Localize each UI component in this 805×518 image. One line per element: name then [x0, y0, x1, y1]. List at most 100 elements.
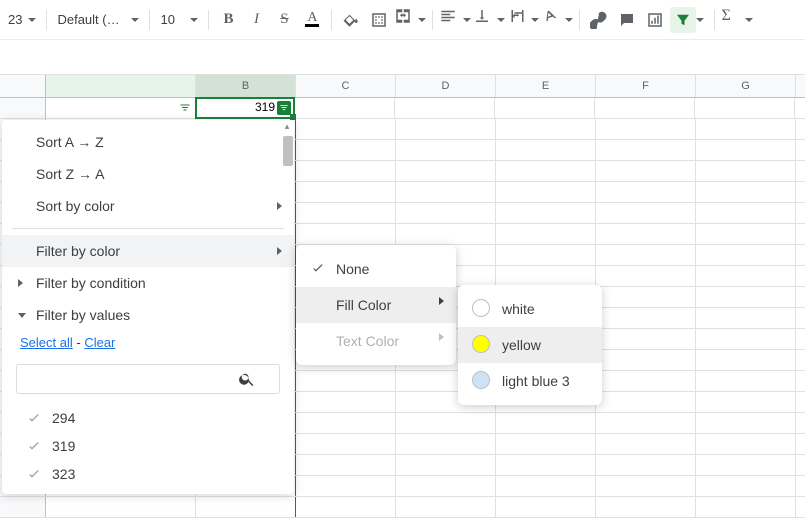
cell[interactable] — [396, 140, 496, 160]
filter-by-color[interactable]: Filter by color — [2, 235, 294, 267]
column-header[interactable]: C — [296, 75, 396, 97]
cell[interactable] — [296, 371, 396, 391]
cell[interactable] — [596, 266, 696, 286]
borders-button[interactable] — [366, 7, 392, 33]
cell[interactable] — [696, 476, 796, 496]
text-color-button[interactable]: A — [299, 7, 325, 33]
select-all-link[interactable]: Select all — [20, 335, 73, 350]
cell[interactable] — [296, 476, 396, 496]
filter-by-condition[interactable]: Filter by condition — [2, 267, 294, 299]
sort-by-color[interactable]: Sort by color — [2, 190, 294, 222]
cell[interactable] — [296, 413, 396, 433]
cell[interactable] — [496, 140, 596, 160]
cell[interactable] — [696, 413, 796, 433]
cell[interactable] — [496, 182, 596, 202]
cell[interactable] — [596, 119, 696, 139]
active-cell[interactable]: 319 — [195, 97, 295, 119]
row-header[interactable] — [0, 98, 46, 118]
font-size-dropdown[interactable]: 10 — [156, 7, 202, 33]
cell[interactable] — [696, 224, 796, 244]
cell[interactable] — [696, 161, 796, 181]
cell[interactable] — [696, 455, 796, 475]
v-align-button[interactable] — [473, 7, 505, 33]
italic-button[interactable]: I — [243, 7, 269, 33]
cell[interactable] — [396, 161, 496, 181]
cell[interactable] — [696, 329, 796, 349]
cell[interactable] — [696, 434, 796, 454]
cell[interactable] — [596, 371, 696, 391]
cell[interactable] — [296, 224, 396, 244]
fill-color-button[interactable] — [338, 7, 364, 33]
fill-color[interactable]: Fill Color — [296, 287, 456, 323]
cell[interactable] — [596, 434, 696, 454]
cell[interactable] — [596, 455, 696, 475]
fill-color-option[interactable]: yellow — [458, 327, 602, 363]
insert-comment-button[interactable] — [614, 7, 640, 33]
cell[interactable] — [596, 476, 696, 496]
cell[interactable] — [396, 476, 496, 496]
cell[interactable] — [596, 140, 696, 160]
cell[interactable] — [396, 119, 496, 139]
cell[interactable] — [696, 266, 796, 286]
cell[interactable] — [596, 497, 696, 517]
column-header[interactable]: E — [496, 75, 596, 97]
cell[interactable] — [496, 266, 596, 286]
fill-color-option[interactable]: white — [458, 291, 602, 327]
cell[interactable] — [396, 224, 496, 244]
cell[interactable] — [296, 203, 396, 223]
cell[interactable] — [596, 245, 696, 265]
clear-link[interactable]: Clear — [84, 335, 115, 350]
cell[interactable] — [46, 497, 196, 517]
chevron-down-icon[interactable] — [696, 18, 704, 22]
cell[interactable] — [496, 476, 596, 496]
cell[interactable] — [596, 308, 696, 328]
text-rotation-button[interactable] — [541, 7, 573, 33]
cell[interactable] — [596, 182, 696, 202]
cell[interactable] — [696, 182, 796, 202]
functions-button[interactable]: Σ — [721, 7, 753, 33]
cell[interactable] — [496, 161, 596, 181]
cell[interactable] — [396, 182, 496, 202]
column-header[interactable]: D — [396, 75, 496, 97]
cell[interactable] — [496, 413, 596, 433]
text-wrap-button[interactable] — [507, 7, 539, 33]
cell[interactable] — [296, 434, 396, 454]
cell[interactable] — [596, 224, 696, 244]
cell[interactable] — [196, 497, 296, 517]
cell[interactable] — [296, 182, 396, 202]
cell[interactable] — [496, 224, 596, 244]
filter-dropdown-icon[interactable] — [277, 101, 291, 115]
row-header[interactable] — [0, 497, 46, 517]
insert-link-button[interactable] — [586, 7, 612, 33]
cell[interactable] — [496, 245, 596, 265]
cell[interactable] — [696, 140, 796, 160]
cell[interactable] — [396, 434, 496, 454]
cell[interactable] — [696, 371, 796, 391]
filter-value-item[interactable]: 323 — [22, 460, 270, 488]
cell[interactable] — [296, 119, 396, 139]
cell[interactable] — [596, 287, 696, 307]
cell[interactable] — [696, 203, 796, 223]
merge-cells-button[interactable] — [394, 7, 426, 33]
color-none[interactable]: None — [296, 251, 456, 287]
column-header[interactable]: F — [596, 75, 696, 97]
fill-color-option[interactable]: light blue 3 — [458, 363, 602, 399]
cell[interactable] — [595, 98, 695, 118]
filter-dropdown-icon[interactable] — [179, 102, 191, 114]
filter-value-item[interactable]: 294 — [22, 404, 270, 432]
filter-value-item[interactable]: 319 — [22, 432, 270, 460]
cell[interactable] — [695, 98, 795, 118]
cell[interactable] — [396, 413, 496, 433]
sort-a-z[interactable]: Sort A → Z — [2, 126, 294, 158]
select-all-corner[interactable] — [0, 75, 46, 97]
cell[interactable] — [596, 203, 696, 223]
cell[interactable] — [696, 308, 796, 328]
cell[interactable] — [46, 98, 196, 118]
zoom-dropdown[interactable]: 23 — [4, 7, 40, 33]
cell[interactable] — [496, 434, 596, 454]
column-header[interactable] — [46, 75, 196, 97]
column-header[interactable]: B — [196, 75, 296, 97]
cell[interactable] — [496, 497, 596, 517]
cell[interactable] — [296, 392, 396, 412]
cell[interactable] — [496, 455, 596, 475]
